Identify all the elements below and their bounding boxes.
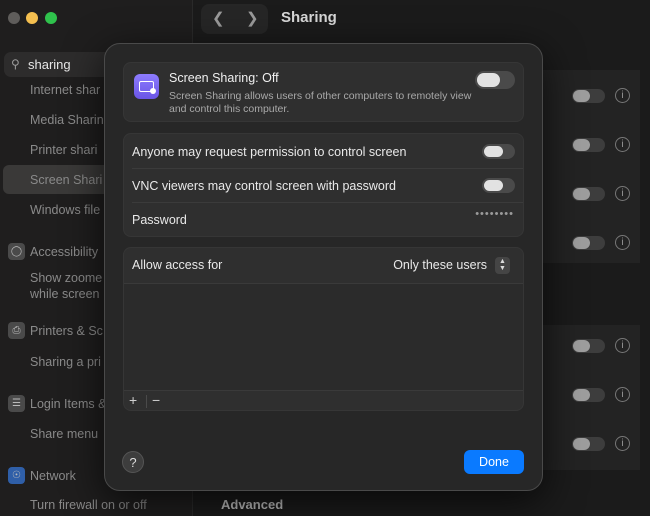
allow-access-label: Allow access for xyxy=(132,258,223,272)
close-window-button[interactable] xyxy=(8,12,20,24)
sidebar-item[interactable]: Turn firewall on or off xyxy=(30,498,147,512)
screen-sharing-dialog: Screen Sharing: Off Screen Sharing allow… xyxy=(104,43,543,491)
info-icon[interactable]: i xyxy=(615,235,630,250)
password-label: Password xyxy=(132,213,187,227)
vnc-label: VNC viewers may control screen with pass… xyxy=(132,179,396,193)
screen-sharing-description: Screen Sharing allows users of other com… xyxy=(169,90,472,115)
network-icon: ☉ xyxy=(8,467,25,484)
background-toggle[interactable] xyxy=(572,339,605,353)
info-icon[interactable]: i xyxy=(615,436,630,451)
info-icon[interactable]: i xyxy=(615,88,630,103)
help-button[interactable]: ? xyxy=(122,451,144,473)
sidebar-item[interactable]: Screen Shari xyxy=(30,173,102,187)
sidebar-item[interactable]: Printers & Sc xyxy=(30,324,103,338)
background-toggle[interactable] xyxy=(572,437,605,451)
add-user-button[interactable]: + xyxy=(129,392,137,408)
allow-access-popup[interactable]: Only these users ▲ ▼ xyxy=(393,256,510,274)
info-icon[interactable]: i xyxy=(615,186,630,201)
sidebar-item[interactable]: Accessibility xyxy=(30,245,98,259)
done-button[interactable]: Done xyxy=(464,450,524,474)
sidebar-item[interactable]: Login Items & xyxy=(30,397,106,411)
zoom-window-button[interactable] xyxy=(45,12,57,24)
options-card: Anyone may request permission to control… xyxy=(123,133,524,237)
screen-sharing-header-card: Screen Sharing: Off Screen Sharing allow… xyxy=(123,62,524,122)
sidebar-item[interactable]: Network xyxy=(30,469,76,483)
background-toggle[interactable] xyxy=(572,138,605,152)
page-title: Sharing xyxy=(281,9,337,26)
background-toggle[interactable] xyxy=(572,89,605,103)
divider xyxy=(132,202,523,203)
advanced-button[interactable]: Advanced xyxy=(221,497,283,512)
sidebar-item[interactable]: Media Sharin xyxy=(30,113,104,127)
sidebar-item[interactable]: Sharing a pri xyxy=(30,355,101,369)
sidebar-item[interactable]: Printer shari xyxy=(30,143,97,157)
search-input[interactable]: sharing xyxy=(28,57,71,72)
chevron-updown-icon: ▲ ▼ xyxy=(495,256,510,274)
printers-icon: ⎙ xyxy=(8,322,25,339)
background-toggle[interactable] xyxy=(572,388,605,402)
screen-sharing-icon xyxy=(134,74,159,99)
allow-access-value: Only these users xyxy=(393,258,487,272)
back-icon[interactable]: ❮ xyxy=(212,9,225,27)
info-icon[interactable]: i xyxy=(615,387,630,402)
password-field[interactable]: •••••••• xyxy=(475,208,514,220)
background-toggle[interactable] xyxy=(572,236,605,250)
nav-buttons: ❮ ❯ xyxy=(201,4,268,34)
login-items-icon: ☰ xyxy=(8,395,25,412)
search-icon: ⚲ xyxy=(11,57,20,71)
info-icon[interactable]: i xyxy=(615,338,630,353)
forward-icon[interactable]: ❯ xyxy=(246,9,259,27)
users-list[interactable] xyxy=(124,283,523,390)
request-permission-toggle[interactable] xyxy=(482,144,515,159)
sidebar-item[interactable]: Internet shar xyxy=(30,83,100,97)
access-card: Allow access for Only these users ▲ ▼ + − xyxy=(123,247,524,411)
divider xyxy=(132,168,523,169)
info-icon[interactable]: i xyxy=(615,137,630,152)
minimize-window-button[interactable] xyxy=(26,12,38,24)
remove-user-button[interactable]: − xyxy=(152,392,160,408)
list-toolbar: + − xyxy=(124,390,523,411)
vnc-toggle[interactable] xyxy=(482,178,515,193)
sidebar-item[interactable]: Share menu xyxy=(30,427,98,441)
accessibility-icon: ◯ xyxy=(8,243,25,260)
background-toggle[interactable] xyxy=(572,187,605,201)
screen-sharing-toggle[interactable] xyxy=(475,71,515,89)
screen-sharing-title: Screen Sharing: Off xyxy=(169,71,279,85)
sidebar-item[interactable]: Windows file xyxy=(30,203,100,217)
request-permission-label: Anyone may request permission to control… xyxy=(132,145,407,159)
toolbar-separator xyxy=(146,395,147,408)
sidebar-item[interactable]: while screen xyxy=(30,287,99,301)
sidebar-item[interactable]: Show zoome xyxy=(30,271,102,285)
